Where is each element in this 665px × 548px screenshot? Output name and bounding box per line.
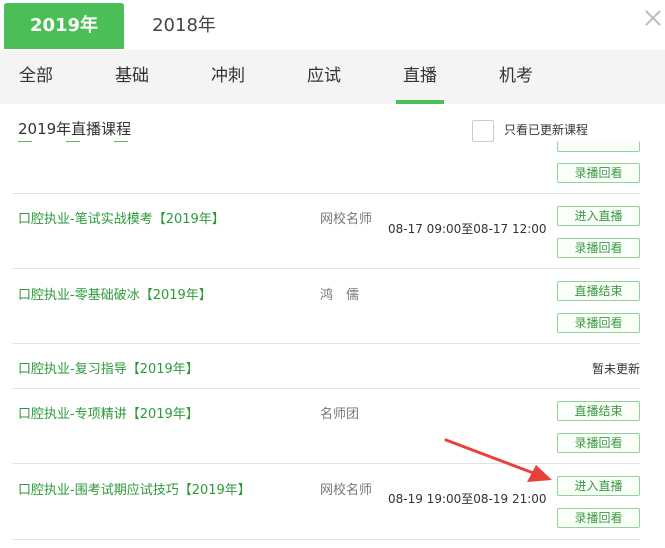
annotation-arrow-icon <box>444 438 552 482</box>
